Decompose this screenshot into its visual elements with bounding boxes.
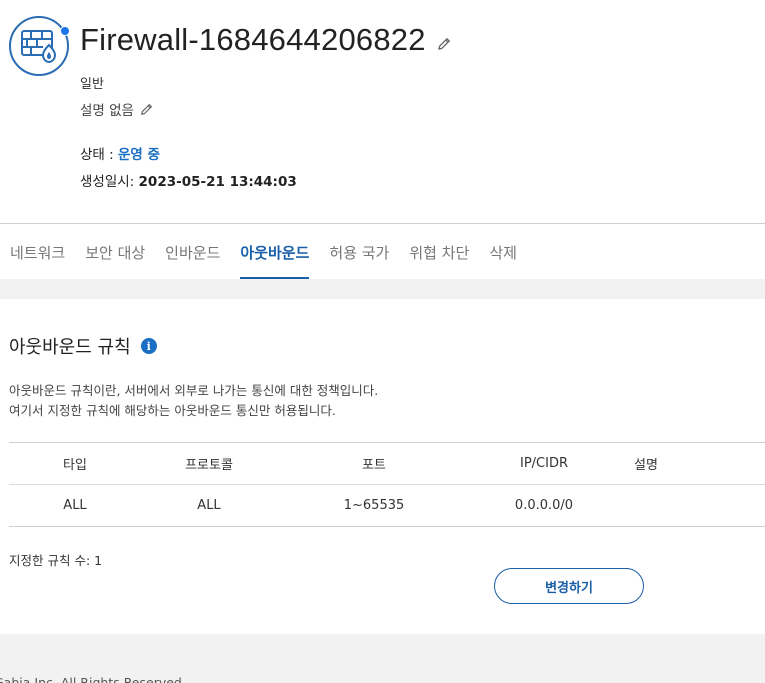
tab-delete[interactable]: 삭제 <box>489 224 517 280</box>
section-title-row: 아웃바운드 규칙 i <box>9 333 157 359</box>
column-header-description: 설명 <box>634 458 658 473</box>
cell-ip-cidr: 0.0.0.0/0 <box>514 498 574 513</box>
tab-network[interactable]: 네트워크 <box>10 224 65 280</box>
section-description: 아웃바운드 규칙이란, 서버에서 외부로 나가는 통신에 대한 정책입니다. 여… <box>9 381 378 421</box>
created-row: 생성일시: 2023-05-21 13:44:03 <box>80 170 297 190</box>
tab-outbound[interactable]: 아웃바운드 <box>240 224 310 280</box>
tab-bar: 네트워크 보안 대상 인바운드 아웃바운드 허용 국가 위협 차단 삭제 <box>0 223 765 280</box>
column-header-ip-cidr: IP/CIDR <box>519 456 568 471</box>
tab-security-target[interactable]: 보안 대상 <box>85 224 145 280</box>
tab-allowed-countries[interactable]: 허용 국가 <box>329 224 389 280</box>
status-row: 상태 : 운영 중 <box>80 143 160 163</box>
rules-table: 타입 프로토콜 포트 IP/CIDR 설명 ALL ALL 1~65535 0.… <box>9 442 765 527</box>
table-header-row: 타입 프로토콜 포트 IP/CIDR 설명 <box>9 443 765 485</box>
created-value: 2023-05-21 13:44:03 <box>138 174 297 190</box>
edit-description-pencil-icon[interactable] <box>139 102 154 117</box>
table-row: ALL ALL 1~65535 0.0.0.0/0 <box>9 485 765 527</box>
page-title: Firewall-1684644206822 <box>80 22 426 57</box>
firewall-icon-circle <box>9 16 69 76</box>
section-title: 아웃바운드 규칙 <box>9 337 131 358</box>
firewall-brick-icon <box>21 30 57 64</box>
outbound-rules-section: 아웃바운드 규칙 i 아웃바운드 규칙이란, 서버에서 외부로 나가는 통신에 … <box>0 299 765 634</box>
status-value: 운영 중 <box>117 147 160 163</box>
status-label: 상태 : <box>80 147 118 163</box>
copyright-text: Gabia Inc. All Rights Reserved. <box>0 675 186 683</box>
firewall-type: 일반 <box>80 77 104 92</box>
rule-count: 지정한 규칙 수: 1 <box>9 553 103 568</box>
column-header-port: 포트 <box>362 458 386 473</box>
description-line-1: 아웃바운드 규칙이란, 서버에서 외부로 나가는 통신에 대한 정책입니다. <box>9 383 379 398</box>
description-row: 설명 없음 <box>80 99 154 119</box>
cell-port: 1~65535 <box>343 498 405 513</box>
tab-threat-block[interactable]: 위협 차단 <box>409 224 469 280</box>
footer: Gabia Inc. All Rights Reserved. <box>0 634 765 683</box>
change-button[interactable]: 변경하기 <box>494 568 644 604</box>
description-text: 설명 없음 <box>80 103 134 119</box>
info-icon[interactable]: i <box>140 338 157 354</box>
title-row: Firewall-1684644206822 <box>80 20 452 60</box>
column-header-protocol: 프로토콜 <box>185 458 233 473</box>
tab-inbound[interactable]: 인바운드 <box>165 224 220 280</box>
column-header-type: 타입 <box>63 458 87 473</box>
firewall-icon <box>9 16 70 76</box>
status-dot <box>60 26 70 36</box>
created-label: 생성일시: <box>80 174 139 190</box>
firewall-header: Firewall-1684644206822 일반 설명 없음 상태 : 운영 … <box>0 0 765 222</box>
cell-type: ALL <box>63 498 87 513</box>
section-divider-band <box>0 279 765 299</box>
cell-protocol: ALL <box>197 498 221 513</box>
edit-title-pencil-icon[interactable] <box>436 36 452 52</box>
description-line-2: 여기서 지정한 규칙에 해당하는 아웃바운드 통신만 허용됩니다. <box>9 403 336 418</box>
